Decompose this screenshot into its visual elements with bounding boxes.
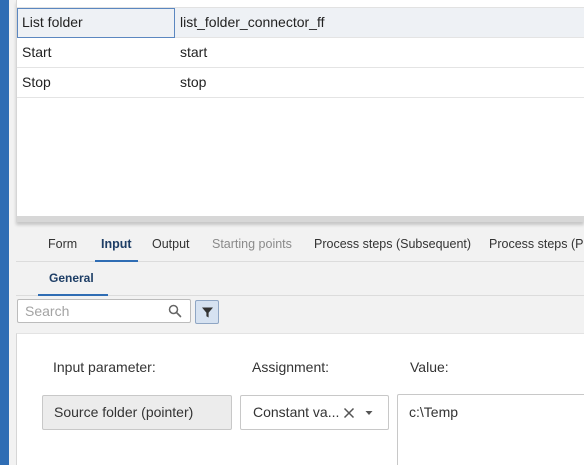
steps-grid: List folder list_folder_connector_ff Sta… [16, 0, 584, 222]
value-text: c:\Temp [409, 404, 459, 420]
search-input[interactable] [25, 302, 165, 320]
input-parameter-field: Source folder (pointer) [42, 395, 232, 430]
chevron-down-icon[interactable] [364, 409, 374, 417]
input-parameter-label: Input parameter: [53, 359, 156, 375]
tab-process-steps-subsequent[interactable]: Process steps (Subsequent) [314, 226, 471, 262]
table-row[interactable]: Stop stop [17, 68, 584, 98]
table-row[interactable]: List folder list_folder_connector_ff [17, 8, 584, 38]
value-label: Value: [410, 359, 449, 375]
tab-starting-points: Starting points [212, 237, 292, 251]
table-row[interactable]: Start start [17, 38, 584, 68]
tab-input[interactable]: Input [95, 226, 138, 262]
grid-top-border [17, 0, 584, 8]
assignment-select[interactable]: Constant va... [240, 395, 389, 430]
search-field[interactable] [17, 299, 191, 323]
subtab-general[interactable]: General [38, 262, 108, 296]
row-value: stop [180, 74, 207, 90]
assignment-selected-value: Constant va... [253, 404, 340, 420]
value-textarea[interactable]: c:\Temp [397, 394, 584, 465]
assignment-label: Assignment: [252, 359, 330, 375]
filter-button[interactable] [195, 300, 219, 324]
subtab-bar: General [16, 262, 584, 296]
tab-output[interactable]: Output [152, 226, 190, 262]
tab-process-steps-previous[interactable]: Process steps (Pr [489, 226, 584, 262]
clear-icon[interactable] [342, 406, 356, 420]
row-name: List folder [22, 14, 83, 30]
row-value: start [180, 44, 208, 60]
row-name: Stop [22, 74, 51, 90]
filter-icon [202, 307, 213, 318]
row-name: Start [22, 44, 52, 60]
input-parameters-panel: Input parameter: Assignment: Value: Sour… [16, 333, 584, 465]
grid-bottom-border [17, 216, 584, 222]
row-value: list_folder_connector_ff [180, 14, 325, 30]
left-accent-strip [0, 0, 9, 465]
tab-bar: Form Input Output Starting points Proces… [16, 226, 584, 262]
search-icon[interactable] [168, 304, 182, 318]
tab-form[interactable]: Form [48, 226, 77, 262]
